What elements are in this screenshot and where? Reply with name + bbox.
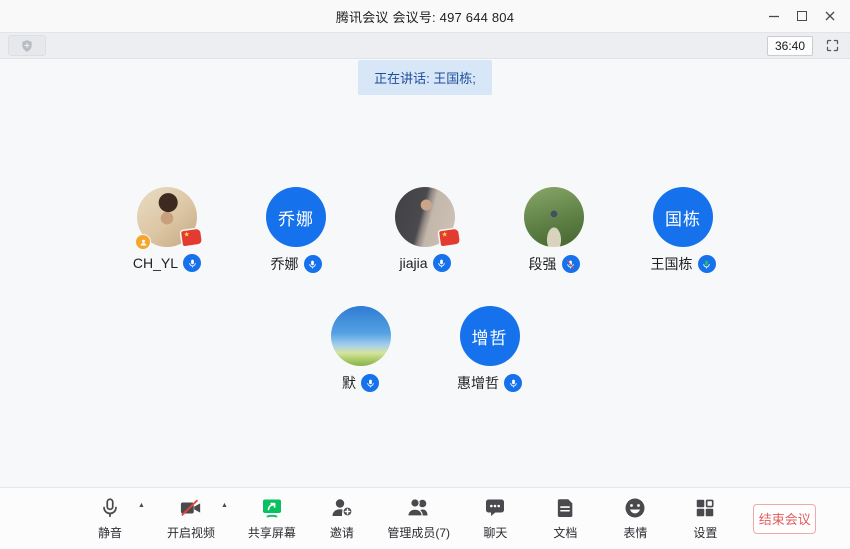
chat-label: 聊天 bbox=[483, 524, 507, 541]
now-speaking-banner: 正在讲话: 王国栋; bbox=[358, 60, 492, 95]
participant-name: CH_YL bbox=[133, 255, 178, 271]
participant-name-row: CH_YL bbox=[133, 254, 201, 272]
chat-icon bbox=[483, 496, 507, 520]
mic-on-icon bbox=[304, 255, 322, 273]
document-icon bbox=[554, 496, 576, 520]
video-group: 开启视频 ▲ bbox=[167, 496, 250, 541]
china-flag-badge-icon: ★ bbox=[181, 229, 202, 246]
emoji-icon bbox=[623, 496, 647, 520]
close-button[interactable] bbox=[816, 2, 844, 30]
meeting-toolbar: 静音 ▲ 开启视频 ▲ 共享屏幕 邀请 bbox=[0, 487, 850, 549]
mic-muted-icon bbox=[562, 255, 580, 273]
emoji-label: 表情 bbox=[623, 524, 647, 541]
participant-tile[interactable]: 增哲 惠增哲 bbox=[425, 306, 554, 393]
participant-name: 王国栋 bbox=[651, 254, 693, 274]
settings-button[interactable]: 设置 bbox=[683, 496, 727, 541]
participant-tile[interactable]: ★ CH_YL bbox=[103, 187, 232, 274]
participant-name-row: 段强 bbox=[529, 254, 580, 274]
participant-name-row: 乔娜 bbox=[271, 254, 322, 274]
title-bar: 腾讯会议 会议号: 497 644 804 bbox=[0, 0, 850, 32]
participants-row-1: ★ CH_YL 乔娜 乔娜 bbox=[103, 187, 748, 274]
share-screen-label: 共享屏幕 bbox=[248, 524, 296, 541]
participant-name-row: jiajia bbox=[399, 254, 450, 272]
security-button[interactable] bbox=[8, 35, 46, 56]
avatar: ★ bbox=[137, 187, 197, 247]
end-meeting-button[interactable]: 结束会议 bbox=[753, 504, 816, 534]
avatar bbox=[331, 306, 391, 366]
manage-members-button[interactable]: 管理成员(7) bbox=[390, 496, 448, 541]
participant-name: jiajia bbox=[399, 255, 427, 271]
manage-members-label: 管理成员(7) bbox=[387, 524, 450, 541]
docs-label: 文档 bbox=[553, 524, 577, 541]
avatar: ★ bbox=[395, 187, 455, 247]
avatar: 乔娜 bbox=[266, 187, 326, 247]
mic-options-caret-icon[interactable]: ▲ bbox=[138, 502, 145, 509]
participant-name: 段强 bbox=[529, 254, 557, 274]
meeting-timer: 36:40 bbox=[767, 36, 813, 56]
china-flag-badge-icon: ★ bbox=[439, 229, 460, 246]
member-badge-icon bbox=[135, 234, 151, 250]
mic-on-icon bbox=[361, 374, 379, 392]
participant-name: 默 bbox=[342, 373, 356, 393]
invite-label: 邀请 bbox=[330, 524, 354, 541]
mute-label: 静音 bbox=[98, 524, 122, 541]
meeting-window: 腾讯会议 会议号: 497 644 804 36:40 bbox=[0, 0, 850, 549]
window-title: 腾讯会议 会议号: 497 644 804 bbox=[336, 7, 514, 26]
participant-name-row: 王国栋 bbox=[651, 254, 716, 274]
mic-speaking-icon bbox=[698, 255, 716, 273]
participant-name: 惠增哲 bbox=[457, 373, 499, 393]
participant-name-row: 默 bbox=[342, 373, 379, 393]
minimize-icon bbox=[768, 10, 780, 22]
minimize-button[interactable] bbox=[760, 2, 788, 30]
mute-group: 静音 ▲ bbox=[88, 496, 167, 541]
mic-on-icon bbox=[504, 374, 522, 392]
maximize-button[interactable] bbox=[788, 2, 816, 30]
avatar: 国栋 bbox=[653, 187, 713, 247]
participant-name: 乔娜 bbox=[271, 254, 299, 274]
maximize-icon bbox=[797, 11, 807, 21]
participant-tile[interactable]: 段强 bbox=[490, 187, 619, 274]
participant-tile[interactable]: 默 bbox=[296, 306, 425, 393]
fullscreen-button[interactable] bbox=[822, 36, 842, 56]
close-icon bbox=[824, 10, 836, 22]
meeting-status-bar: 36:40 bbox=[0, 32, 850, 59]
video-options-caret-icon[interactable]: ▲ bbox=[221, 502, 228, 509]
participant-tile[interactable]: 国栋 王国栋 bbox=[619, 187, 748, 274]
participant-tile[interactable]: ★ jiajia bbox=[361, 187, 490, 274]
participant-tile[interactable]: 乔娜 乔娜 bbox=[232, 187, 361, 274]
shield-plus-icon bbox=[20, 39, 34, 53]
camera-off-icon bbox=[178, 496, 204, 520]
settings-icon bbox=[694, 496, 716, 520]
docs-button[interactable]: 文档 bbox=[543, 496, 587, 541]
topbar-right: 36:40 bbox=[767, 36, 842, 56]
participant-name-row: 惠增哲 bbox=[457, 373, 522, 393]
invite-icon bbox=[330, 496, 354, 520]
chat-button[interactable]: 聊天 bbox=[473, 496, 517, 541]
participants-grid: ★ CH_YL 乔娜 乔娜 bbox=[103, 187, 748, 393]
start-video-button[interactable]: 开启视频 bbox=[167, 496, 215, 541]
settings-label: 设置 bbox=[693, 524, 717, 541]
fullscreen-icon bbox=[825, 38, 840, 53]
window-controls bbox=[760, 0, 844, 32]
mute-button[interactable]: 静音 bbox=[88, 496, 132, 541]
participants-row-2: 默 增哲 惠增哲 bbox=[103, 306, 748, 393]
emoji-button[interactable]: 表情 bbox=[613, 496, 657, 541]
main-area: 正在讲话: 王国栋; ★ CH_YL bbox=[0, 59, 850, 487]
avatar bbox=[524, 187, 584, 247]
share-screen-button[interactable]: 共享屏幕 bbox=[250, 496, 294, 541]
start-video-label: 开启视频 bbox=[167, 524, 215, 541]
members-icon bbox=[406, 496, 432, 520]
mic-on-icon bbox=[433, 254, 451, 272]
microphone-icon bbox=[99, 496, 121, 520]
screen-share-icon bbox=[260, 496, 284, 520]
mic-on-icon bbox=[183, 254, 201, 272]
avatar: 增哲 bbox=[460, 306, 520, 366]
invite-button[interactable]: 邀请 bbox=[320, 496, 364, 541]
